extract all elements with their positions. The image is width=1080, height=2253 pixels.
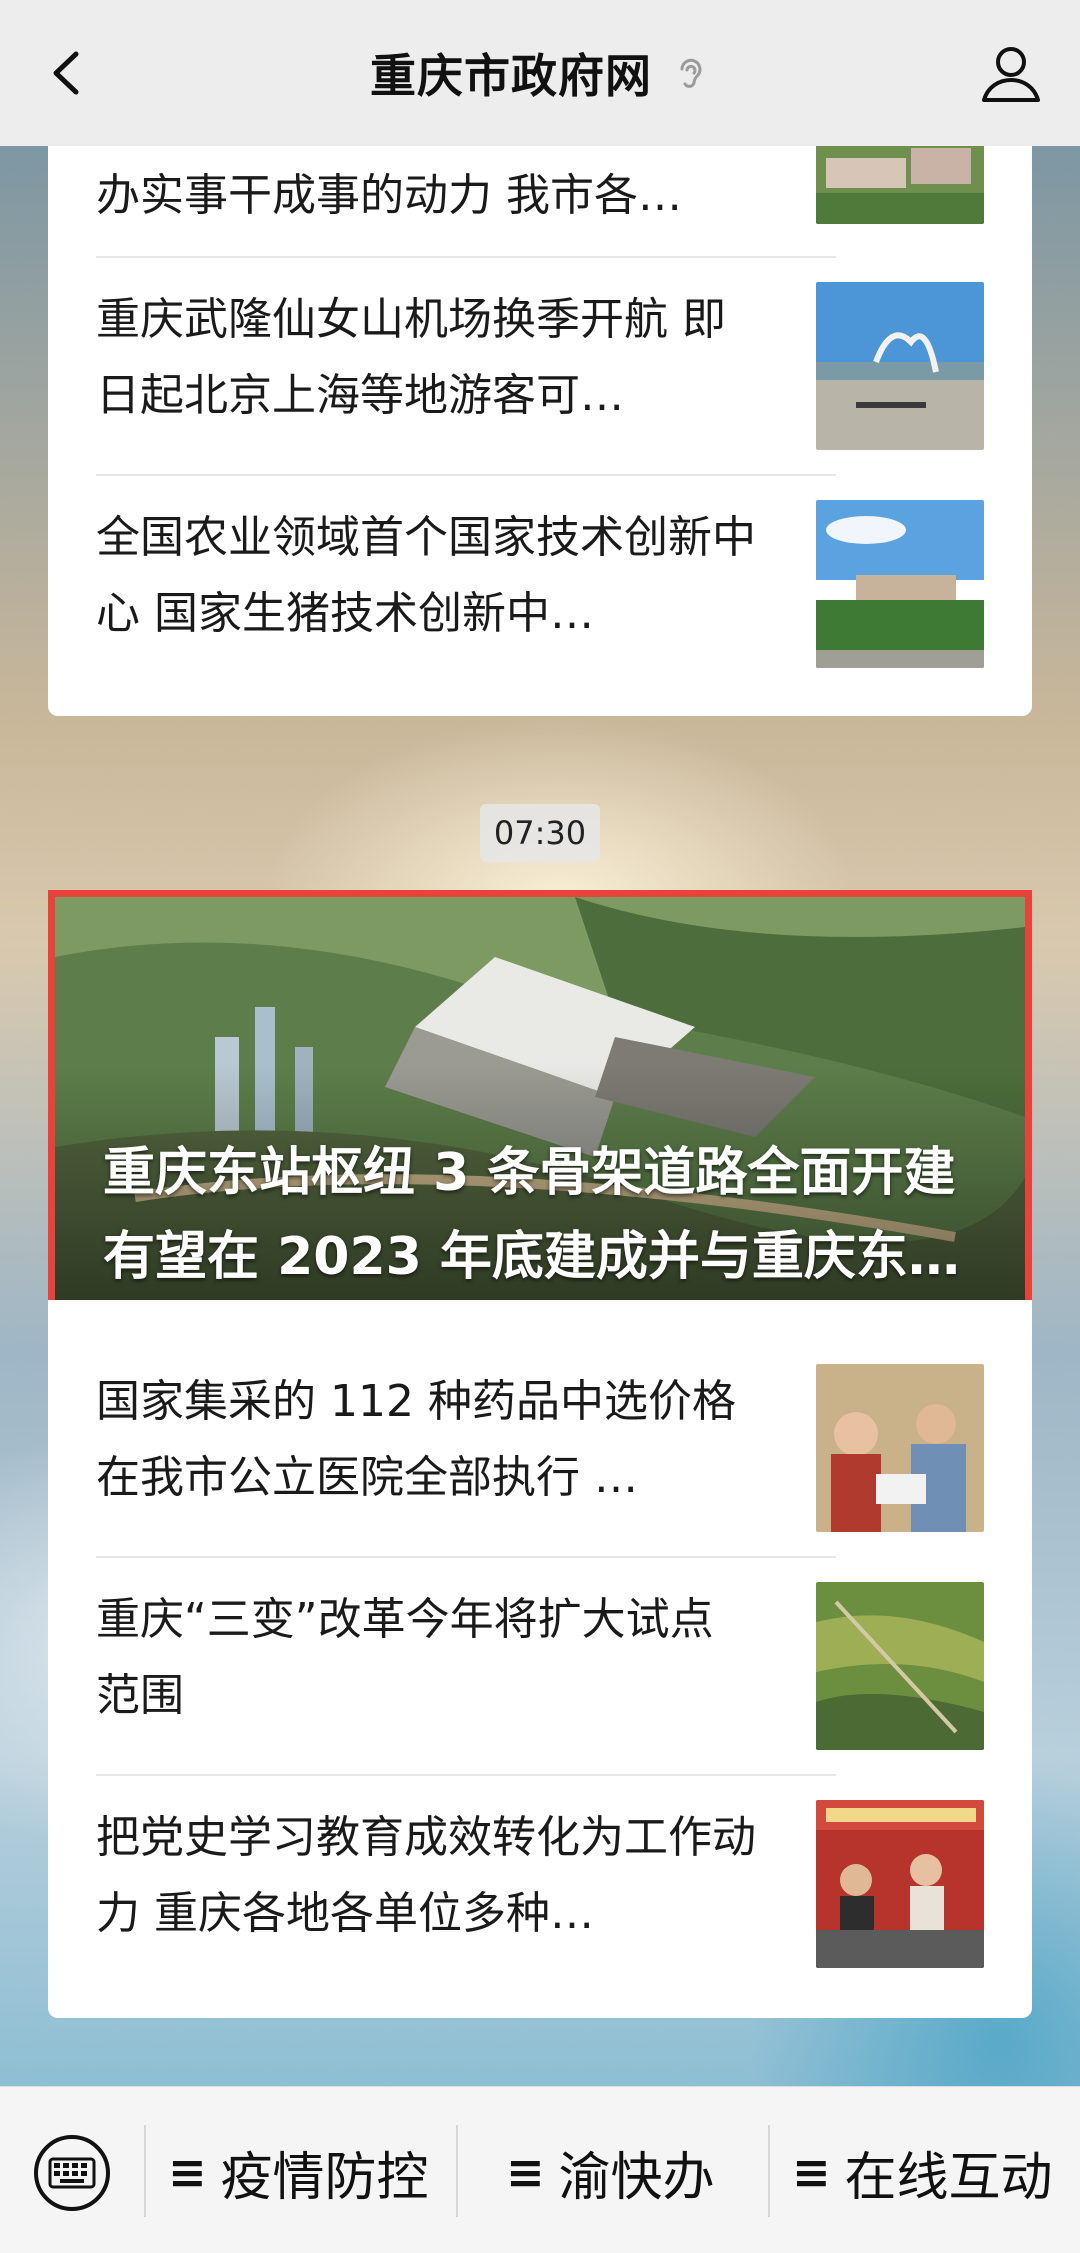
news-card-top: 办实事干成事的动力 我市各… 重庆武隆仙女山机场换季开航 即日起北京上海等地游客…	[48, 146, 1032, 716]
menu-label: 在线互动	[844, 2147, 1053, 2208]
list-item[interactable]: 重庆“三变”改革今年将扩大试点范围	[96, 1582, 984, 1772]
back-arrow-icon[interactable]	[34, 38, 104, 108]
menu-yu-kuai-ban[interactable]: ≡ 渝快办	[506, 2127, 715, 2217]
news-title: 重庆武隆仙女山机场换季开航 即日起北京上海等地游客可…	[96, 294, 726, 421]
divider	[96, 1774, 836, 1776]
hero-news[interactable]: 重庆东站枢纽 3 条骨架道路全面开建 有望在 2023 年底建成并与重庆东…	[48, 890, 1032, 1320]
news-thumbnail	[816, 1800, 984, 1968]
divider	[144, 2125, 146, 2217]
news-thumbnail	[816, 1582, 984, 1750]
news-title: 全国农业领域首个国家技术创新中心 国家生猪技术创新中…	[96, 512, 756, 639]
news-thumbnail	[816, 146, 984, 224]
menu-epidemic-prevention[interactable]: ≡ 疫情防控	[168, 2127, 429, 2217]
divider	[456, 2125, 458, 2217]
menu-icon: ≡	[168, 2145, 207, 2199]
news-thumbnail	[816, 500, 984, 668]
news-title: 国家集采的 112 种药品中选价格在我市公立医院全部执行 …	[96, 1376, 736, 1503]
page-title: 重庆市政府网	[370, 49, 652, 103]
menu-icon: ≡	[792, 2145, 831, 2199]
timestamp-badge: 07:30	[480, 804, 600, 862]
list-item[interactable]: 重庆武隆仙女山机场换季开航 即日起北京上海等地游客可…	[96, 282, 984, 472]
hero-headline: 重庆东站枢纽 3 条骨架道路全面开建 有望在 2023 年底建成并与重庆东…	[103, 1143, 960, 1287]
list-item[interactable]: 国家集采的 112 种药品中选价格在我市公立医院全部执行 …	[96, 1364, 984, 1554]
top-bar: 重庆市政府网	[0, 0, 1080, 146]
news-title: 办实事干成事的动力 我市各…	[96, 170, 682, 221]
ear-icon[interactable]	[670, 53, 710, 93]
divider	[96, 474, 836, 476]
news-thumbnail	[816, 1364, 984, 1532]
menu-label: 渝快办	[558, 2147, 715, 2208]
list-item[interactable]: 把党史学习教育成效转化为工作动力 重庆各地各单位多种…	[96, 1800, 984, 1990]
news-title: 重庆“三变”改革今年将扩大试点范围	[96, 1594, 714, 1721]
list-item[interactable]: 办实事干成事的动力 我市各…	[96, 146, 984, 258]
title-group: 重庆市政府网	[370, 40, 710, 106]
bottom-menu-bar: ≡ 疫情防控 ≡ 渝快办 ≡ 在线互动	[0, 2086, 1080, 2253]
user-profile-icon[interactable]	[976, 38, 1046, 108]
keyboard-icon[interactable]	[32, 2133, 112, 2213]
news-title: 把党史学习教育成效转化为工作动力 重庆各地各单位多种…	[96, 1812, 756, 1939]
news-thumbnail	[816, 282, 984, 450]
divider	[96, 256, 836, 258]
divider	[96, 1556, 836, 1558]
news-card-bottom: 国家集采的 112 种药品中选价格在我市公立医院全部执行 … 重庆“三变”改革今…	[48, 1300, 1032, 2018]
menu-online-interaction[interactable]: ≡ 在线互动	[792, 2127, 1053, 2217]
list-item[interactable]: 全国农业领域首个国家技术创新中心 国家生猪技术创新中…	[96, 500, 984, 690]
divider	[768, 2125, 770, 2217]
menu-label: 疫情防控	[220, 2147, 429, 2208]
menu-icon: ≡	[506, 2145, 545, 2199]
